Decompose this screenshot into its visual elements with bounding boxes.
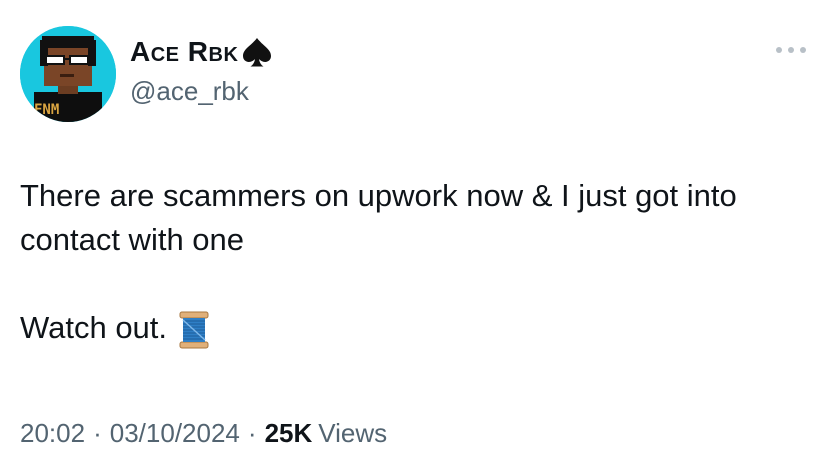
spade-icon [243,38,272,67]
tweet-date[interactable]: 03/10/2024 [110,418,240,449]
user-handle[interactable]: @ace_rbk [130,76,249,107]
tweet-text: There are scammers on upwork now & I jus… [20,174,810,350]
dot-icon [800,47,806,53]
tweet-time[interactable]: 20:02 [20,418,85,449]
avatar[interactable]: FNM [20,26,116,122]
thread-spool-icon [179,311,209,349]
views-label: Views [318,418,388,448]
tweet-card: FNM Ace Rbk @ace_rbk There are scammers … [0,0,828,458]
tweet-text-line2: Watch out. [20,310,168,345]
dot-icon [788,47,794,53]
meta-separator: · [247,418,257,448]
tweet-text-line1: There are scammers on upwork now & I jus… [20,178,746,257]
views-count[interactable]: 25K [265,418,313,449]
avatar-image: FNM [20,26,116,122]
display-name[interactable]: Ace Rbk [130,36,238,68]
tweet-meta: 20:02 · 03/10/2024 · 25K Views [20,418,387,449]
meta-separator: · [93,418,102,448]
author-name-row: Ace Rbk [130,34,274,70]
more-options-button[interactable] [776,40,806,60]
avatar-shirt-text: FNM [34,102,59,118]
dot-icon [776,47,782,53]
